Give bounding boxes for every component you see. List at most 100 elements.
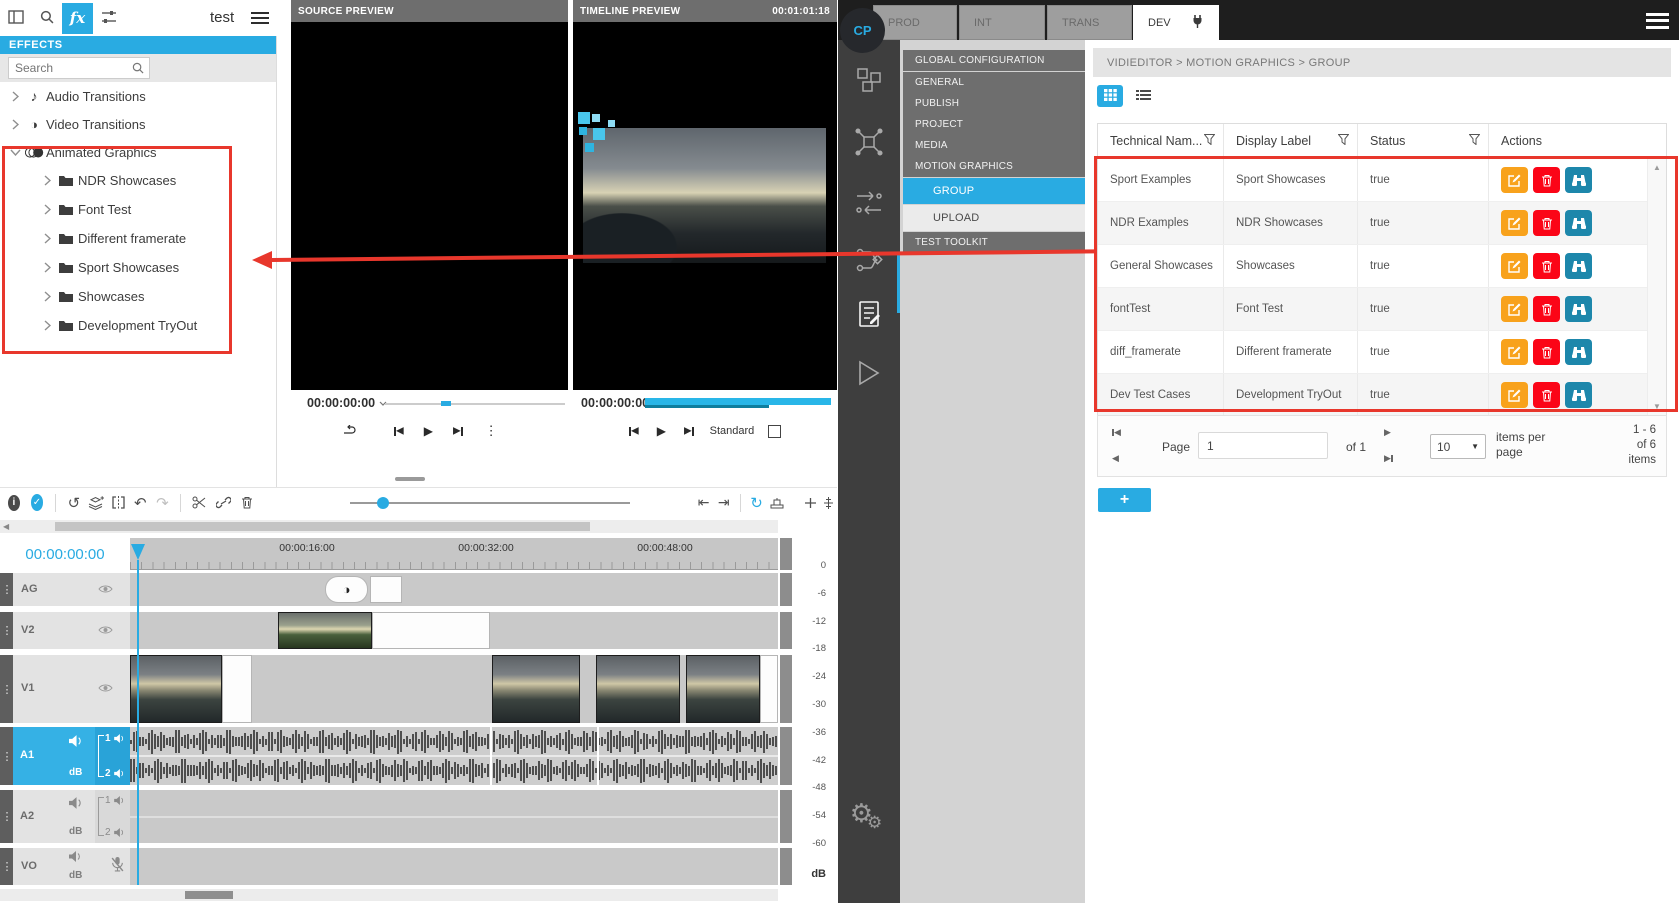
env-tab-trans[interactable]: TRANS — [1047, 5, 1132, 40]
table-row[interactable]: fontTest Font Test true — [1098, 288, 1666, 331]
view-button[interactable] — [1565, 296, 1592, 322]
tree-item-group[interactable]: Showcases — [0, 282, 276, 311]
page-size-select[interactable]: 10 ▼ — [1430, 434, 1486, 459]
delete-button[interactable] — [1533, 382, 1560, 408]
column-header-technical-name[interactable]: Technical Nam... — [1098, 124, 1224, 158]
scroll-left-icon[interactable]: ◀ — [3, 522, 9, 531]
env-tab-prod[interactable]: PROD — [873, 5, 957, 40]
unlink-icon[interactable] — [215, 496, 231, 509]
razor-icon[interactable] — [769, 497, 785, 509]
view-button[interactable] — [1565, 253, 1592, 279]
track-drag-handle[interactable]: ⋮ — [0, 727, 13, 785]
scroll-down-icon[interactable]: ▼ — [1653, 402, 1661, 411]
next-page-button[interactable]: ▶ — [1384, 428, 1391, 437]
timeline-vscrollbar-segment[interactable] — [780, 848, 792, 885]
channel-2[interactable]: 2 — [105, 827, 125, 838]
approve-check-icon[interactable]: ✓ — [31, 494, 43, 511]
channel-2[interactable]: 2 — [105, 768, 125, 779]
delete-button[interactable] — [1533, 339, 1560, 365]
history-icon[interactable]: ↺ — [66, 494, 82, 512]
refresh-icon[interactable]: ↻ — [748, 494, 764, 512]
eye-icon[interactable] — [98, 625, 113, 638]
tree-item-group[interactable]: Different framerate — [0, 224, 276, 253]
effects-button[interactable]: fx — [62, 3, 93, 34]
graphics-clip[interactable] — [370, 576, 402, 603]
timeline-progress-bar[interactable] — [645, 398, 831, 405]
search-input[interactable] — [9, 61, 127, 75]
avatar[interactable]: CP — [840, 8, 885, 53]
table-row[interactable]: diff_framerate Different framerate true — [1098, 331, 1666, 374]
network-icon[interactable] — [838, 128, 900, 159]
edit-button[interactable] — [1501, 210, 1528, 236]
page-input[interactable] — [1198, 432, 1328, 459]
delete-button[interactable] — [1533, 253, 1560, 279]
scissors-icon[interactable] — [191, 496, 207, 509]
speaker-icon[interactable] — [69, 851, 82, 865]
delete-button[interactable] — [1533, 210, 1560, 236]
zoom-slider-thumb[interactable] — [377, 497, 389, 509]
next-frame-button[interactable]: ▶ — [453, 425, 463, 437]
tree-item-animated-graphics[interactable]: Animated Graphics — [0, 138, 276, 166]
view-button[interactable] — [1565, 167, 1592, 193]
speaker-icon[interactable] — [69, 797, 83, 812]
play-button[interactable]: ▶ — [424, 424, 433, 438]
tree-item-group[interactable]: Font Test — [0, 195, 276, 224]
eye-icon[interactable] — [98, 584, 113, 597]
timeline-ruler[interactable]: 00:00:16:00 00:00:32:00 00:00:48:00 — [130, 538, 778, 570]
scrollbar-thumb[interactable] — [55, 522, 590, 531]
playhead-marker[interactable] — [131, 544, 145, 560]
table-row[interactable]: Dev Test Cases Development TryOut true — [1098, 374, 1666, 416]
edit-button[interactable] — [1501, 167, 1528, 193]
nav-item-motion-graphics[interactable]: MOTION GRAPHICS — [903, 156, 1085, 177]
effects-search-field[interactable] — [8, 57, 150, 79]
audio-waveform-ch1[interactable] — [130, 728, 778, 755]
playhead-line[interactable] — [137, 560, 139, 885]
track-header-vo[interactable]: VO dB — [13, 848, 130, 885]
track-content-a1[interactable] — [130, 727, 778, 785]
quality-selector[interactable]: Standard — [710, 425, 755, 437]
speaker-icon[interactable] — [69, 735, 83, 750]
video-clip[interactable] — [130, 655, 222, 723]
insert-icon[interactable]: ⇤ — [696, 494, 712, 511]
track-header-a1[interactable]: A1 dB — [13, 727, 95, 785]
video-clip[interactable] — [278, 612, 372, 649]
timeline-vscrollbar-segment[interactable] — [780, 790, 792, 843]
nav-item-publish[interactable]: PUBLISH — [903, 93, 1085, 114]
nav-item-project[interactable]: PROJECT — [903, 114, 1085, 135]
editor-menu-button[interactable] — [251, 9, 269, 27]
admin-menu-button[interactable] — [1646, 9, 1669, 32]
table-row[interactable]: General Showcases Showcases true — [1098, 245, 1666, 288]
add-marker-icon[interactable] — [803, 497, 819, 509]
env-tab-dev[interactable]: DEV — [1133, 5, 1219, 40]
timeline-hscrollbar-bottom[interactable] — [0, 889, 778, 901]
editor-config-icon[interactable] — [838, 300, 900, 331]
db-label[interactable]: dB — [69, 767, 82, 778]
table-vscrollbar[interactable]: ▲ ▼ — [1647, 158, 1666, 416]
nav-item-general[interactable]: GENERAL — [903, 72, 1085, 93]
nav-item-test-toolkit[interactable]: TEST TOOLKIT — [903, 232, 1085, 253]
timeline-vscrollbar-segment[interactable] — [780, 612, 792, 649]
timeline-vscrollbar-segment[interactable] — [780, 727, 792, 785]
track-drag-handle[interactable]: ⋮ — [0, 573, 13, 606]
db-label[interactable]: dB — [69, 826, 82, 837]
tree-item-group[interactable]: Development TryOut — [0, 311, 276, 340]
trash-icon[interactable] — [239, 496, 255, 509]
tree-item-group[interactable]: NDR Showcases — [0, 166, 276, 195]
player-icon[interactable] — [838, 360, 900, 389]
next-frame-button[interactable]: ▶ — [684, 425, 694, 437]
view-button[interactable] — [1565, 339, 1592, 365]
view-button[interactable] — [1565, 210, 1592, 236]
column-header-status[interactable]: Status — [1358, 124, 1489, 158]
mic-muted-icon[interactable] — [111, 857, 124, 875]
prev-frame-button[interactable]: ◀ — [394, 425, 404, 437]
track-header-v1[interactable]: V1 — [13, 655, 130, 723]
play-button[interactable]: ▶ — [657, 424, 666, 438]
edit-button[interactable] — [1501, 382, 1528, 408]
source-scrub-slider[interactable] — [385, 403, 565, 405]
channel-1[interactable]: 1 — [105, 795, 125, 806]
zoom-slider[interactable] — [350, 502, 630, 504]
nav-item-global-configuration[interactable]: GLOBAL CONFIGURATION — [903, 50, 1085, 71]
edit-button[interactable] — [1501, 339, 1528, 365]
panel-resize-grip[interactable] — [395, 477, 425, 481]
redo-icon[interactable]: ↷ — [154, 494, 170, 512]
